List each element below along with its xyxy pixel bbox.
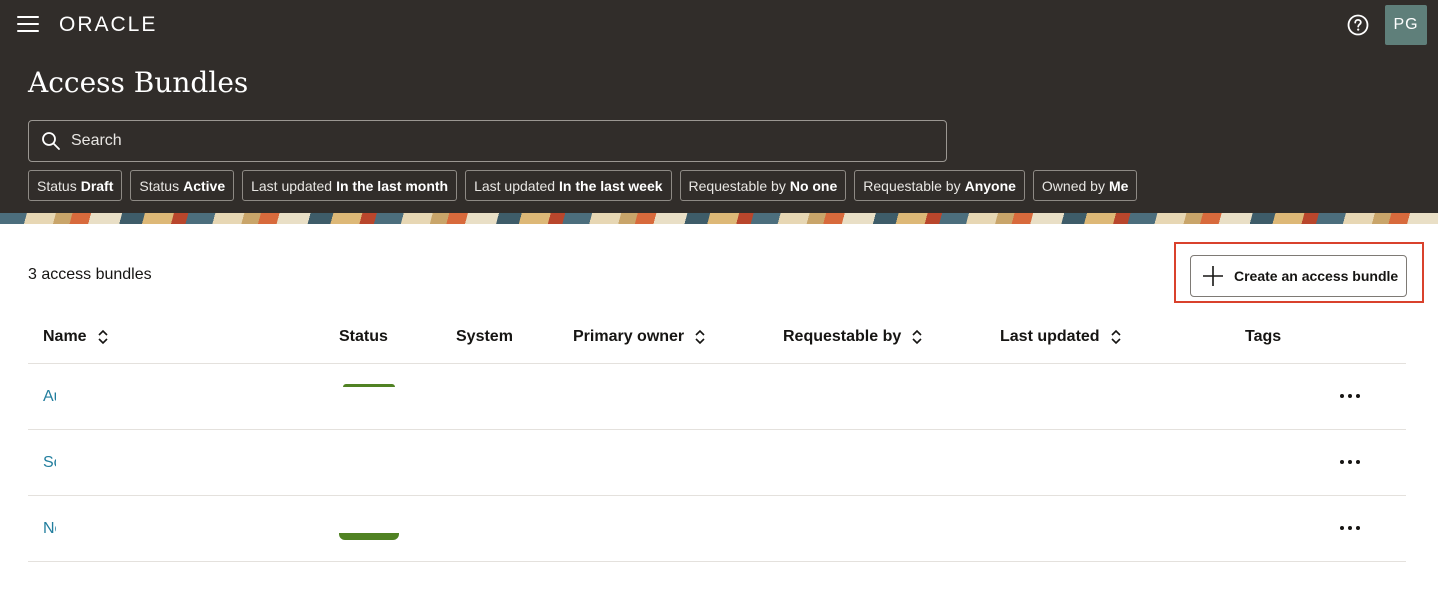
column-header-label: System bbox=[456, 328, 513, 345]
sort-icon[interactable] bbox=[97, 329, 109, 345]
create-access-bundle-button[interactable]: Create an access bundle bbox=[1190, 255, 1407, 297]
page-title: Access Bundles bbox=[28, 66, 249, 99]
filter-chip-updated-last-month[interactable]: Last updated In the last month bbox=[242, 170, 458, 201]
column-header-label: Tags bbox=[1245, 328, 1282, 345]
bundle-name-link[interactable]: Ne bbox=[43, 520, 56, 538]
status-badge bbox=[339, 533, 399, 540]
filter-chip-value: Active bbox=[183, 177, 226, 194]
filter-chip-owned-by-me[interactable]: Owned by Me bbox=[1032, 170, 1138, 201]
status-badge bbox=[343, 384, 395, 387]
column-header-primary-owner[interactable]: Primary owner bbox=[573, 328, 706, 346]
sort-icon[interactable] bbox=[911, 329, 923, 345]
filter-chip-value: Draft bbox=[80, 177, 114, 194]
column-header-name[interactable]: Name bbox=[43, 328, 109, 346]
filter-chips: Status Draft Status Active Last updated … bbox=[28, 170, 1138, 201]
filter-chip-key: Last updated bbox=[474, 177, 556, 194]
column-header-label: Name bbox=[43, 328, 87, 345]
filter-chip-key: Owned by bbox=[1041, 177, 1105, 194]
app-header: ORACLE PG Access Bundles Status Draft St… bbox=[0, 0, 1438, 213]
user-avatar[interactable]: PG bbox=[1385, 5, 1427, 45]
oracle-logo: ORACLE bbox=[59, 13, 157, 35]
svg-text:ORACLE: ORACLE bbox=[59, 13, 157, 35]
filter-chip-status-active[interactable]: Status Active bbox=[130, 170, 235, 201]
sort-icon[interactable] bbox=[1110, 329, 1122, 345]
filter-chip-key: Status bbox=[139, 177, 180, 194]
filter-chip-value: Me bbox=[1108, 177, 1129, 194]
more-actions-icon[interactable] bbox=[1338, 519, 1362, 537]
column-header-label: Status bbox=[339, 328, 388, 345]
create-button-label: Create an access bundle bbox=[1234, 268, 1399, 284]
plus-icon bbox=[1203, 266, 1223, 286]
filter-chip-value: Anyone bbox=[964, 177, 1016, 194]
filter-chip-updated-last-week[interactable]: Last updated In the last week bbox=[465, 170, 672, 201]
filter-chip-key: Last updated bbox=[251, 177, 333, 194]
filter-chip-value: In the last week bbox=[559, 177, 663, 194]
filter-chip-key: Requestable by bbox=[688, 177, 786, 194]
filter-chip-status-draft[interactable]: Status Draft bbox=[28, 170, 123, 201]
column-header-requestable-by[interactable]: Requestable by bbox=[783, 328, 923, 346]
column-header-status: Status bbox=[339, 328, 388, 346]
column-header-label: Requestable by bbox=[783, 328, 902, 345]
filter-chip-key: Status bbox=[37, 177, 77, 194]
column-header-label: Last updated bbox=[1000, 328, 1100, 345]
column-header-tags: Tags bbox=[1245, 328, 1281, 346]
column-header-label: Primary owner bbox=[573, 328, 685, 345]
result-count: 3 access bundles bbox=[28, 266, 152, 283]
help-icon[interactable] bbox=[1347, 14, 1369, 36]
bundle-name-link[interactable]: Sc bbox=[43, 454, 56, 472]
filter-chip-requestable-anyone[interactable]: Requestable by Anyone bbox=[854, 170, 1025, 201]
filter-chip-requestable-no-one[interactable]: Requestable by No one bbox=[679, 170, 847, 201]
search-input[interactable] bbox=[71, 122, 946, 160]
filter-chip-value: In the last month bbox=[336, 177, 449, 194]
table-row: Ne bbox=[28, 496, 1406, 562]
filter-chip-value: No one bbox=[789, 177, 838, 194]
sort-icon[interactable] bbox=[694, 329, 706, 345]
bundle-name-link[interactable]: Au bbox=[43, 388, 56, 406]
decorative-banner bbox=[0, 213, 1438, 224]
more-actions-icon[interactable] bbox=[1338, 453, 1362, 471]
more-actions-icon[interactable] bbox=[1338, 387, 1362, 405]
search-bar[interactable] bbox=[28, 120, 947, 162]
filter-chip-key: Requestable by bbox=[863, 177, 961, 194]
hamburger-menu-icon[interactable] bbox=[17, 16, 39, 34]
search-icon bbox=[42, 132, 60, 150]
column-header-system: System bbox=[456, 328, 513, 346]
column-header-last-updated[interactable]: Last updated bbox=[1000, 328, 1122, 346]
table-row: Sc bbox=[28, 430, 1406, 496]
table-row: Au bbox=[28, 364, 1406, 430]
